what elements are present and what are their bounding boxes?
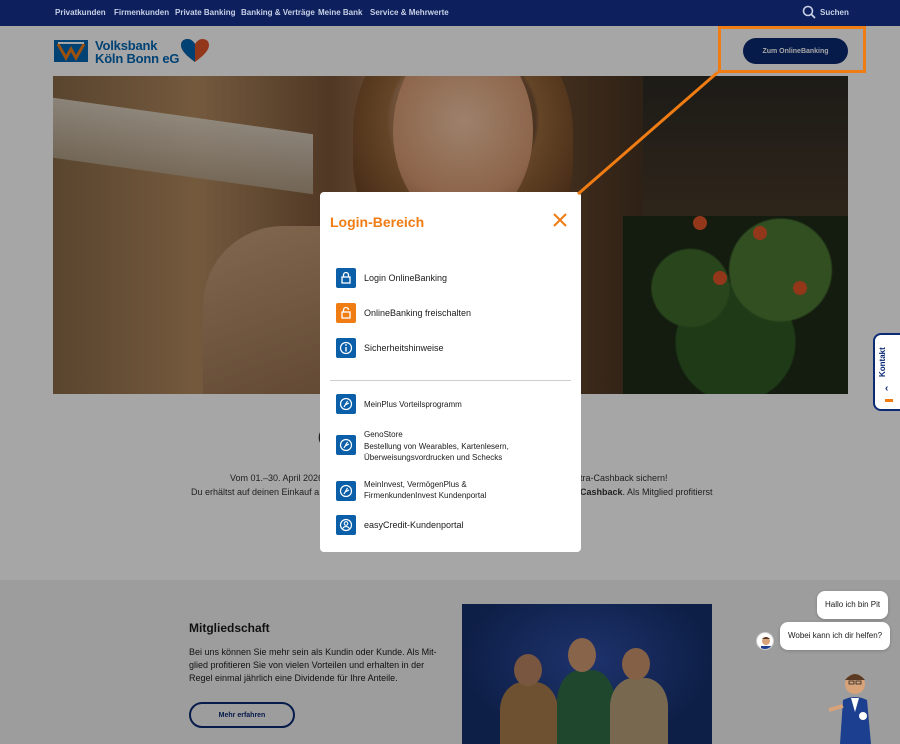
chat-bubble-greeting[interactable]: Hallo ich bin Pit: [817, 591, 889, 619]
chatbot-avatar[interactable]: [756, 632, 774, 650]
kontakt-tab[interactable]: Kontakt ‹: [873, 333, 900, 411]
chevron-left-icon: ‹: [885, 383, 889, 394]
kontakt-label: Kontakt: [878, 347, 887, 377]
kontakt-accent-bar: [885, 399, 893, 402]
chat-bubble-question[interactable]: Wobei kann ich dir helfen?: [780, 622, 891, 650]
chatbot-character-icon[interactable]: [825, 666, 880, 744]
